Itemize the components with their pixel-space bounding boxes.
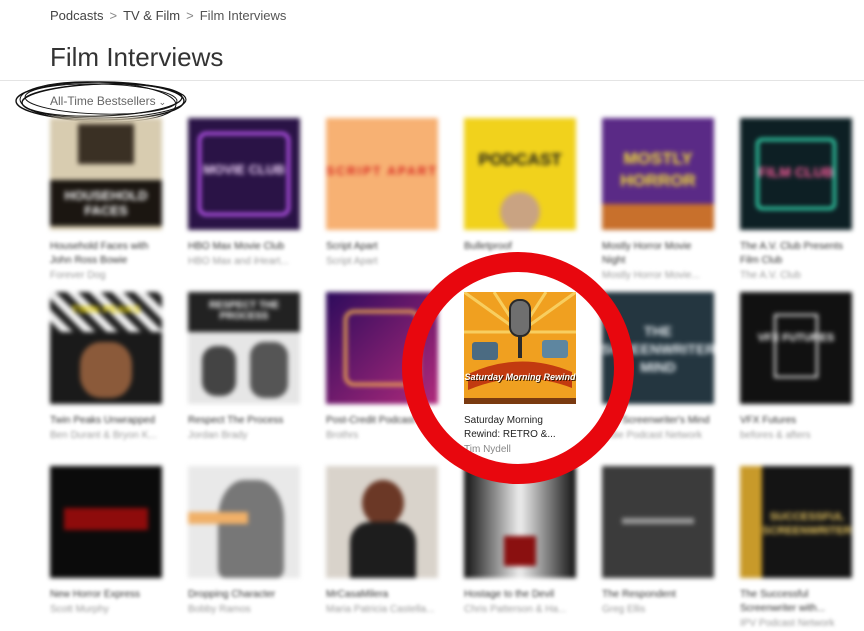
podcast-artwork[interactable]: SUCCESSFUL SCREENWRITER [740, 466, 852, 578]
podcast-artwork[interactable] [50, 466, 162, 578]
page-title: Film Interviews [50, 42, 224, 72]
podcast-author: IPV Podcast Network [740, 618, 835, 629]
podcast-author: HBO Max and iHeart... [188, 256, 289, 267]
podcast-author: befores & afters [740, 430, 811, 441]
podcast-author: Scott Murphy [50, 604, 109, 615]
podcast-tile: SUCCESSFUL SCREENWRITER The Successful S… [740, 466, 852, 631]
podcast-name[interactable]: Mostly Horror Movie Night [602, 240, 714, 268]
podcast-artwork[interactable]: Saturday Morning Rewind [464, 292, 576, 404]
podcast-tile: FILM CLUB The A.V. Club Presents Film Cl… [740, 118, 852, 283]
podcast-artwork[interactable]: SCRIPT APART [326, 118, 438, 230]
podcast-artwork[interactable]: HOUSEHOLD FACES [50, 118, 162, 230]
podcast-tile: VFX FUTURES VFX Futures befores & afters [740, 292, 852, 443]
podcast-tile: MOSTLY HORROR Mostly Horror Movie Night M… [602, 118, 714, 283]
podcast-name[interactable]: Hostage to the Devil [464, 588, 576, 602]
podcast-author: The A.V. Club [740, 270, 801, 281]
podcast-author: Tim Nydell [464, 444, 511, 455]
breadcrumb-podcasts[interactable]: Podcasts [50, 8, 103, 23]
podcast-tile: SCRIPT APART Script Apart Script Apart [326, 118, 438, 269]
podcast-name[interactable]: Household Faces with John Ross Bowie [50, 240, 162, 268]
podcast-artwork[interactable] [326, 466, 438, 578]
podcast-tile: PODCAST Bulletproof [464, 118, 576, 255]
podcast-author: Forever Dog [50, 270, 106, 281]
podcast-author: Mostly Horror Movie... [602, 270, 700, 281]
breadcrumb-separator: > [186, 8, 194, 23]
podcast-author: Brothrs [326, 430, 359, 441]
podcast-tile: TWIN PEAKS Twin Peaks Unwrapped Ben Duran… [50, 292, 162, 443]
podcast-author: Chris Patterson & Ha... [464, 604, 567, 615]
podcast-name[interactable]: Post-Credit Podcast [326, 414, 438, 428]
podcast-name[interactable]: Dropping Character [188, 588, 300, 602]
podcast-author: Bobby Ramos [188, 604, 251, 615]
podcast-name[interactable]: Bulletproof [464, 240, 576, 254]
podcast-author: Ben Durant & Bryon K... [50, 430, 157, 441]
podcast-author: Indie Podcast Network [602, 430, 703, 441]
podcast-tile: Hostage to the Devil Chris Patterson & Ha… [464, 466, 576, 617]
podcast-artwork[interactable]: TWIN PEAKS [50, 292, 162, 404]
podcast-name[interactable]: HBO Max Movie Club [188, 240, 300, 254]
podcast-artwork[interactable] [602, 466, 714, 578]
podcast-tile: The Respondent Greg Ellis [602, 466, 714, 617]
podcast-name[interactable]: The A.V. Club Presents Film Club [740, 240, 852, 268]
podcast-author: Jordan Brady [188, 430, 248, 441]
podcast-name[interactable]: Saturday Morning Rewind: RETRO &... [464, 414, 576, 442]
podcast-artwork[interactable] [326, 292, 438, 404]
podcast-name[interactable]: Script Apart [326, 240, 438, 254]
podcast-artwork[interactable]: FILM CLUB [740, 118, 852, 230]
breadcrumb-separator: > [109, 8, 118, 23]
podcast-artwork[interactable]: RESPECT THE PROCESS [188, 292, 300, 404]
podcast-tile: New Horror Express Scott Murphy [50, 466, 162, 617]
podcast-artwork[interactable] [188, 466, 300, 578]
podcast-name[interactable]: The Successful Screenwriter with... [740, 588, 852, 616]
podcast-author: Script Apart [326, 256, 378, 267]
podcast-tile: THE SCREENWRITER'S MIND The Screenwriter… [602, 292, 714, 443]
podcast-name[interactable]: Respect The Process [188, 414, 300, 428]
sort-label: All-Time Bestsellers [50, 94, 156, 108]
podcast-name[interactable]: Twin Peaks Unwrapped [50, 414, 162, 428]
microphone-artwork [464, 292, 576, 404]
podcast-tile: Post-Credit Podcast Brothrs [326, 292, 438, 443]
breadcrumb-tv-film[interactable]: TV & Film [123, 8, 180, 23]
breadcrumb: Podcasts > TV & Film > Film Interviews [50, 8, 286, 23]
podcast-artwork[interactable]: PODCAST [464, 118, 576, 230]
podcast-name[interactable]: The Screenwriter's Mind [602, 414, 714, 428]
podcast-tile: MOVIE CLUB HBO Max Movie Club HBO Max and… [188, 118, 300, 269]
sort-select[interactable]: All-Time Bestsellers ⌄ [50, 94, 166, 108]
breadcrumb-current: Film Interviews [199, 8, 287, 23]
podcast-name[interactable]: VFX Futures [740, 414, 852, 428]
podcast-tile-saturday-morning-rewind: Saturday Morning Rewind Saturday Morning… [464, 292, 576, 457]
podcast-tile: Dropping Character Bobby Ramos [188, 466, 300, 617]
podcast-tile: RESPECT THE PROCESS Respect The Process J… [188, 292, 300, 443]
podcast-artwork[interactable]: MOVIE CLUB [188, 118, 300, 230]
podcast-artwork[interactable]: THE SCREENWRITER'S MIND [602, 292, 714, 404]
podcast-artwork[interactable] [464, 466, 576, 578]
podcast-name[interactable]: MrCasaMilera [326, 588, 438, 602]
podcast-name[interactable]: The Respondent [602, 588, 714, 602]
podcast-name[interactable]: New Horror Express [50, 588, 162, 602]
podcast-tile: HOUSEHOLD FACES Household Faces with Joh… [50, 118, 162, 283]
podcast-author: Maria Patricia Castella... [326, 604, 435, 615]
chevron-down-icon: ⌄ [158, 97, 167, 107]
podcast-artwork[interactable]: VFX FUTURES [740, 292, 852, 404]
podcast-artwork[interactable]: MOSTLY HORROR [602, 118, 714, 230]
podcast-author: Greg Ellis [602, 604, 646, 615]
podcast-tile: MrCasaMilera Maria Patricia Castella... [326, 466, 438, 617]
